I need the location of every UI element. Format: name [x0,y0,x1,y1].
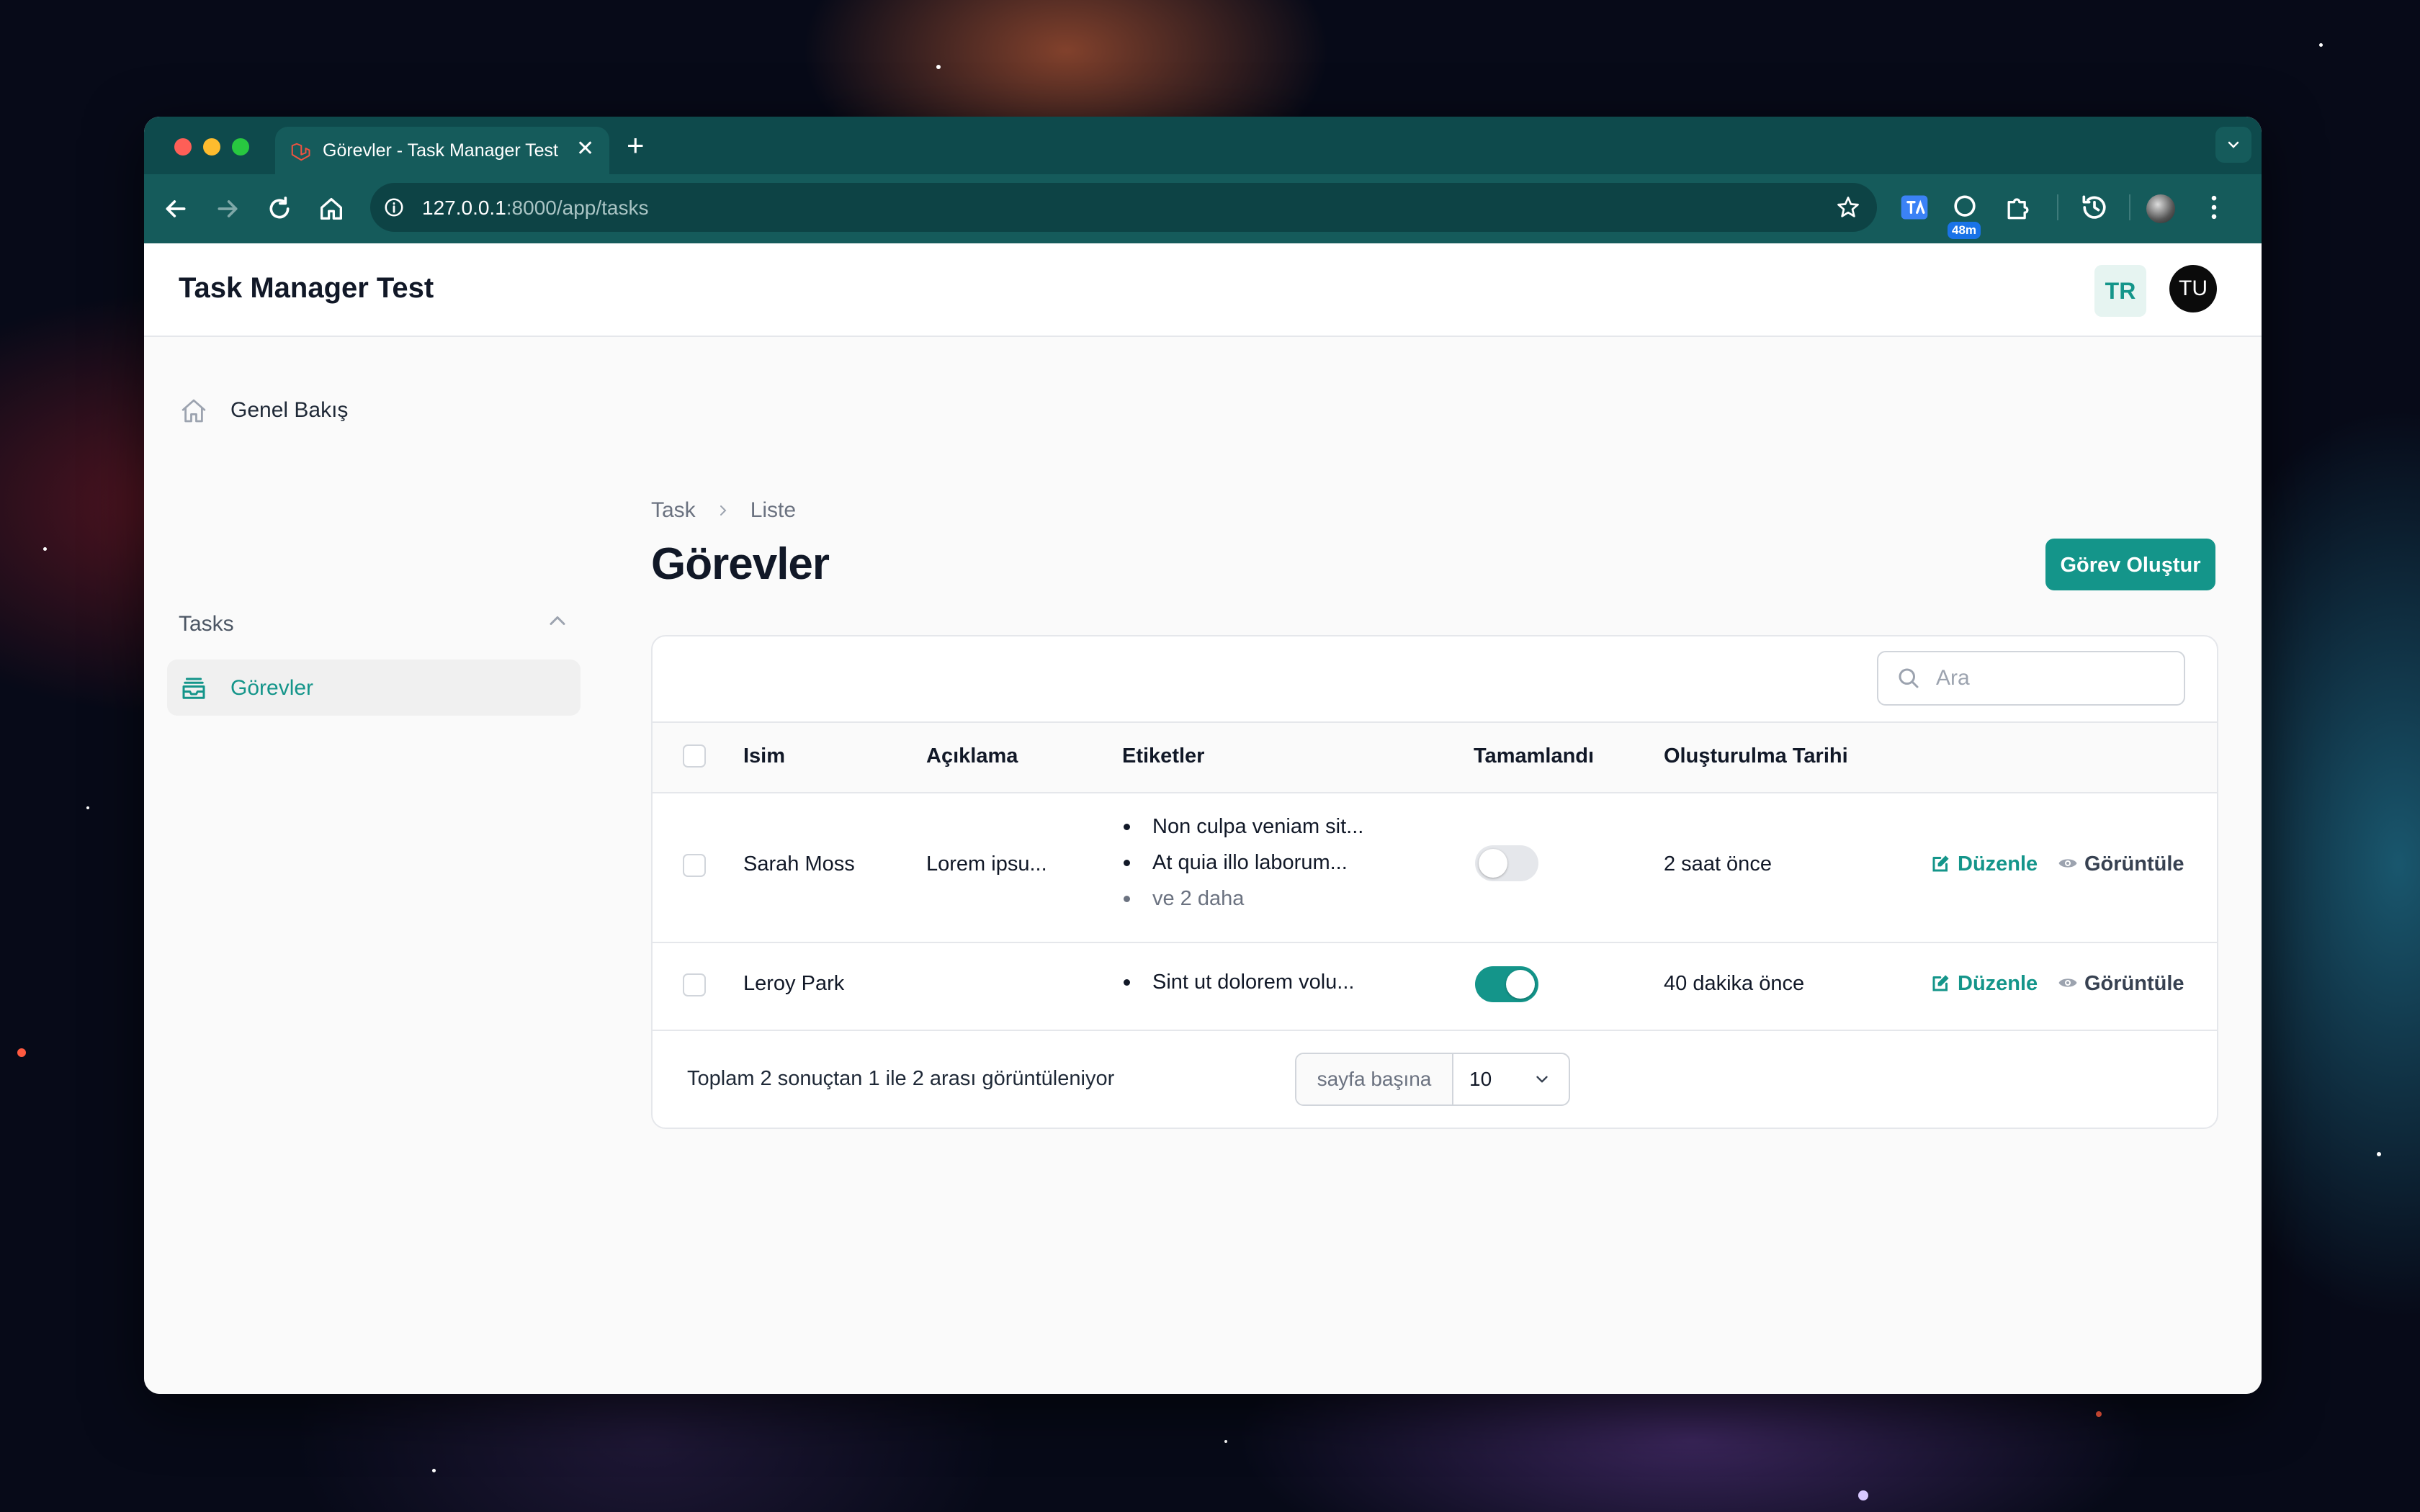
edit-button[interactable]: Düzenle [1930,852,2038,876]
task-name: Sarah Moss [743,852,855,876]
create-task-button[interactable]: Görev Oluştur [2045,539,2215,590]
task-name: Leroy Park [743,972,845,995]
column-header-created[interactable]: Oluşturulma Tarihi [1664,744,1848,768]
inbox-stack-icon [182,678,205,699]
task-tags: Non culpa veniam sit... At quia illo lab… [1121,812,1363,920]
url-text: 127.0.0.1:8000/app/tasks [422,197,648,220]
browser-profile-avatar[interactable] [2146,194,2175,223]
tag-item: At quia illo laborum... [1121,848,1363,884]
minimize-window-button[interactable] [203,138,220,156]
task-description: Lorem ipsu... [926,852,1047,876]
back-icon[interactable] [161,194,190,223]
site-info-icon[interactable] [383,197,405,218]
timer-extension-icon[interactable] [1949,192,1981,223]
select-all-checkbox[interactable] [683,744,706,768]
brand-title[interactable]: Task Manager Test [179,272,434,305]
toggle-knob [1506,970,1535,999]
home-icon[interactable] [317,194,346,223]
edit-icon [1932,975,1949,991]
per-page-select[interactable]: sayfa başına 10 [1295,1053,1570,1106]
edit-icon [1932,855,1949,872]
eye-icon [2058,859,2077,868]
tab-title: Görevler - Task Manager Test [323,140,558,161]
edit-button[interactable]: Düzenle [1930,972,2038,996]
pagination-summary: Toplam 2 sonuçtan 1 ile 2 arası görüntül… [687,1067,1115,1090]
new-tab-button[interactable]: + [627,130,645,161]
extensions-puzzle-icon[interactable] [2002,192,2034,223]
tab-strip: Görevler - Task Manager Test ✕ + [144,117,2262,176]
laravel-favicon-icon [291,143,310,161]
per-page-label: sayfa başına [1296,1054,1453,1104]
language-switcher-button[interactable]: TR [2094,265,2146,317]
table-row[interactable]: Leroy Park Sint ut dolorem volu... 40 da… [653,942,2217,1031]
chevron-right-icon [720,505,727,516]
toolbar-divider [2057,194,2058,220]
forward-icon[interactable] [213,194,242,223]
edit-label: Düzenle [1958,852,2038,876]
toggle-knob [1479,849,1507,878]
breadcrumb-item[interactable]: Task [651,498,696,522]
chevron-down-icon [1536,1076,1548,1083]
breadcrumb-item: Liste [750,498,797,522]
translate-extension-icon[interactable] [1899,192,1930,223]
app-header: Task Manager Test TR TU [144,243,2262,337]
view-button[interactable]: Görüntüle [2057,852,2184,876]
column-header-completed[interactable]: Tamamlandı [1474,744,1594,768]
history-icon[interactable] [2079,192,2110,223]
per-page-value: 10 [1469,1068,1492,1090]
sidebar-item-label: Görevler [230,676,314,700]
bookmark-star-icon[interactable] [1835,194,1861,220]
toolbar-divider [2129,194,2130,220]
search-input[interactable] [1935,664,2168,693]
sidebar-item-label: Genel Bakış [230,398,349,422]
app-root: Task Manager Test TR TU Genel Bakış Task… [144,243,2262,1394]
row-checkbox[interactable] [683,973,706,996]
breadcrumb: Task Liste [651,498,796,523]
created-at: 2 saat önce [1664,852,1772,876]
more-tags: ve 2 daha [1121,884,1363,920]
extension-badge: 48m [1948,222,1981,239]
url-host: 127.0.0.1 [422,197,506,219]
chevron-up-icon[interactable] [544,608,570,634]
completed-toggle[interactable] [1475,845,1538,881]
address-bar[interactable]: 127.0.0.1:8000/app/tasks [370,183,1877,232]
edit-label: Düzenle [1958,972,2038,995]
search-icon [1899,668,1919,688]
row-checkbox[interactable] [683,854,706,877]
table-header: Isim Açıklama Etiketler Tamamlandı Oluşt… [653,721,2217,793]
view-button[interactable]: Görüntüle [2057,972,2184,996]
column-header-tags[interactable]: Etiketler [1122,744,1204,768]
created-at: 40 dakika önce [1664,972,1805,995]
view-label: Görüntüle [2084,852,2184,876]
sidebar-group-label: Tasks [179,612,234,636]
tab-search-button[interactable] [2215,127,2251,163]
table-row[interactable]: Sarah Moss Lorem ipsu... Non culpa venia… [653,791,2217,943]
browser-menu-icon[interactable] [2198,192,2230,223]
task-tags: Sint ut dolorem volu... [1121,968,1354,1004]
column-header-description[interactable]: Açıklama [926,744,1018,768]
column-header-name[interactable]: Isim [743,744,785,768]
browser-toolbar: 127.0.0.1:8000/app/tasks 48m [144,174,2262,243]
search-box[interactable] [1877,651,2185,706]
tag-item: Non culpa veniam sit... [1121,812,1363,848]
tag-item: Sint ut dolorem volu... [1121,968,1354,1004]
url-path: :8000/app/tasks [506,197,649,219]
sidebar-item-dashboard[interactable]: Genel Bakış [167,382,581,438]
sidebar-item-tasks[interactable]: Görevler [167,660,581,716]
chevron-down-icon [2228,141,2239,148]
completed-toggle[interactable] [1475,966,1538,1002]
home-icon [182,399,206,423]
close-window-button[interactable] [174,138,192,156]
maximize-window-button[interactable] [232,138,249,156]
user-avatar[interactable]: TU [2169,265,2217,312]
browser-window: Görevler - Task Manager Test ✕ + 127.0.0… [144,117,2262,1394]
close-tab-icon[interactable]: ✕ [576,137,594,161]
eye-icon [2058,978,2077,987]
tasks-table: Isim Açıklama Etiketler Tamamlandı Oluşt… [651,635,2218,1129]
view-label: Görüntüle [2084,972,2184,995]
browser-tab[interactable]: Görevler - Task Manager Test ✕ [275,127,609,176]
reload-icon[interactable] [265,194,294,223]
page-title: Görevler [651,539,830,589]
